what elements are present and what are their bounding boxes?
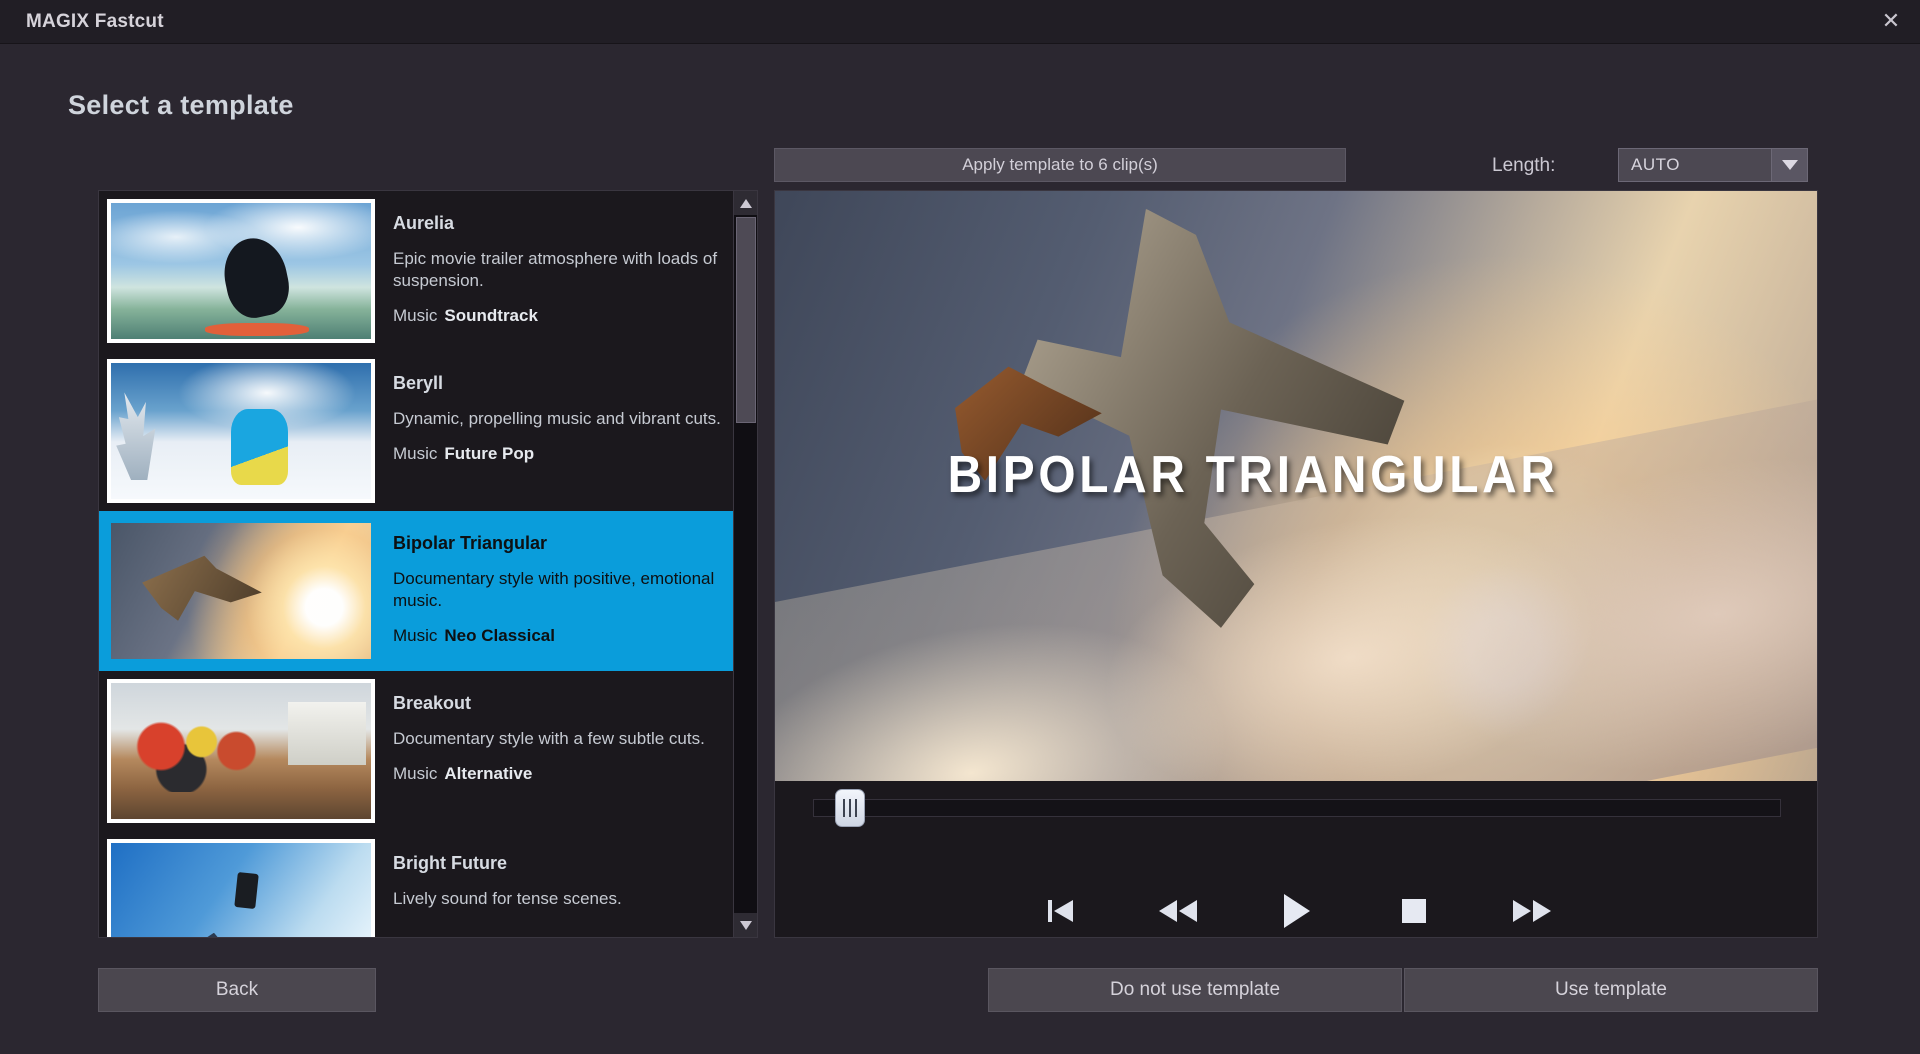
music-label: Music: [393, 626, 437, 645]
apply-template-button[interactable]: Apply template to 6 clip(s): [774, 148, 1346, 182]
template-list-panel: Aurelia Epic movie trailer atmosphere wi…: [98, 190, 758, 938]
music-genre: Soundtrack: [444, 306, 538, 325]
music-genre: Alternative: [444, 764, 532, 783]
template-name: Bright Future: [393, 853, 721, 874]
template-music: Music Future Pop: [393, 444, 721, 464]
template-music: Music Neo Classical: [393, 626, 721, 646]
transport-controls: [775, 851, 1817, 971]
back-button[interactable]: Back: [98, 968, 376, 1012]
triangle-down-icon[interactable]: [734, 913, 758, 937]
template-info: Aurelia Epic movie trailer atmosphere wi…: [375, 199, 735, 326]
length-value: AUTO: [1619, 155, 1771, 175]
music-label: Music: [393, 764, 437, 783]
music-genre: Future Pop: [444, 444, 534, 463]
preview-overlay-title: BIPOLAR TRIANGULAR: [947, 445, 1558, 505]
template-info: Beryll Dynamic, propelling music and vib…: [375, 359, 735, 464]
template-description: Dynamic, propelling music and vibrant cu…: [393, 408, 721, 430]
play-button[interactable]: [1268, 883, 1324, 939]
template-description: Documentary style with positive, emotion…: [393, 568, 721, 612]
length-select[interactable]: AUTO: [1618, 148, 1808, 182]
template-name: Breakout: [393, 693, 721, 714]
chevron-down-icon[interactable]: [1771, 149, 1807, 181]
template-thumbnail: [107, 199, 375, 343]
template-description: Documentary style with a few subtle cuts…: [393, 728, 721, 750]
template-music: Music Soundtrack: [393, 306, 721, 326]
template-description: Epic movie trailer atmosphere with loads…: [393, 248, 721, 292]
length-label: Length:: [1492, 155, 1555, 177]
music-label: Music: [393, 306, 437, 325]
template-name: Aurelia: [393, 213, 721, 234]
cloud-layer: [775, 384, 1817, 781]
scrollbar-thumb[interactable]: [736, 217, 756, 423]
template-list-item[interactable]: Bright Future Lively sound for tense sce…: [99, 831, 735, 938]
playback-scrubber-handle[interactable]: [835, 789, 865, 827]
music-label: Music: [393, 444, 437, 463]
triangle-up-icon[interactable]: [734, 191, 758, 215]
template-list-item[interactable]: Aurelia Epic movie trailer atmosphere wi…: [99, 191, 735, 351]
template-thumbnail: [107, 679, 375, 823]
template-name: Bipolar Triangular: [393, 533, 721, 554]
template-name: Beryll: [393, 373, 721, 394]
playback-scrubber-track[interactable]: [813, 799, 1781, 817]
template-thumbnail: [107, 359, 375, 503]
stop-button[interactable]: [1386, 883, 1442, 939]
template-info: Bright Future Lively sound for tense sce…: [375, 839, 735, 924]
template-info: Bipolar Triangular Documentary style wit…: [375, 519, 735, 646]
template-thumbnail: [107, 839, 375, 938]
app-title: MAGIX Fastcut: [26, 11, 164, 33]
close-icon[interactable]: ✕: [1874, 6, 1908, 36]
template-list-item[interactable]: Breakout Documentary style with a few su…: [99, 671, 735, 831]
music-genre: Neo Classical: [444, 626, 555, 645]
template-list-item[interactable]: Beryll Dynamic, propelling music and vib…: [99, 351, 735, 511]
template-list-scrollbar[interactable]: [733, 191, 757, 937]
title-bar: MAGIX Fastcut ✕: [0, 0, 1920, 44]
template-list-item-selected[interactable]: Bipolar Triangular Documentary style wit…: [99, 511, 735, 671]
preview-video[interactable]: BIPOLAR TRIANGULAR: [775, 191, 1817, 781]
template-list: Aurelia Epic movie trailer atmosphere wi…: [99, 191, 735, 938]
use-template-button[interactable]: Use template: [1404, 968, 1818, 1012]
page-title: Select a template: [68, 90, 294, 121]
do-not-use-template-button[interactable]: Do not use template: [988, 968, 1402, 1012]
template-description: Lively sound for tense scenes.: [393, 888, 721, 910]
fast-forward-button[interactable]: [1504, 883, 1560, 939]
rewind-button[interactable]: [1150, 883, 1206, 939]
skip-to-start-button[interactable]: [1032, 883, 1088, 939]
template-info: Breakout Documentary style with a few su…: [375, 679, 735, 784]
template-thumbnail: [107, 519, 375, 663]
preview-panel: BIPOLAR TRIANGULAR: [774, 190, 1818, 938]
template-music: Music Alternative: [393, 764, 721, 784]
